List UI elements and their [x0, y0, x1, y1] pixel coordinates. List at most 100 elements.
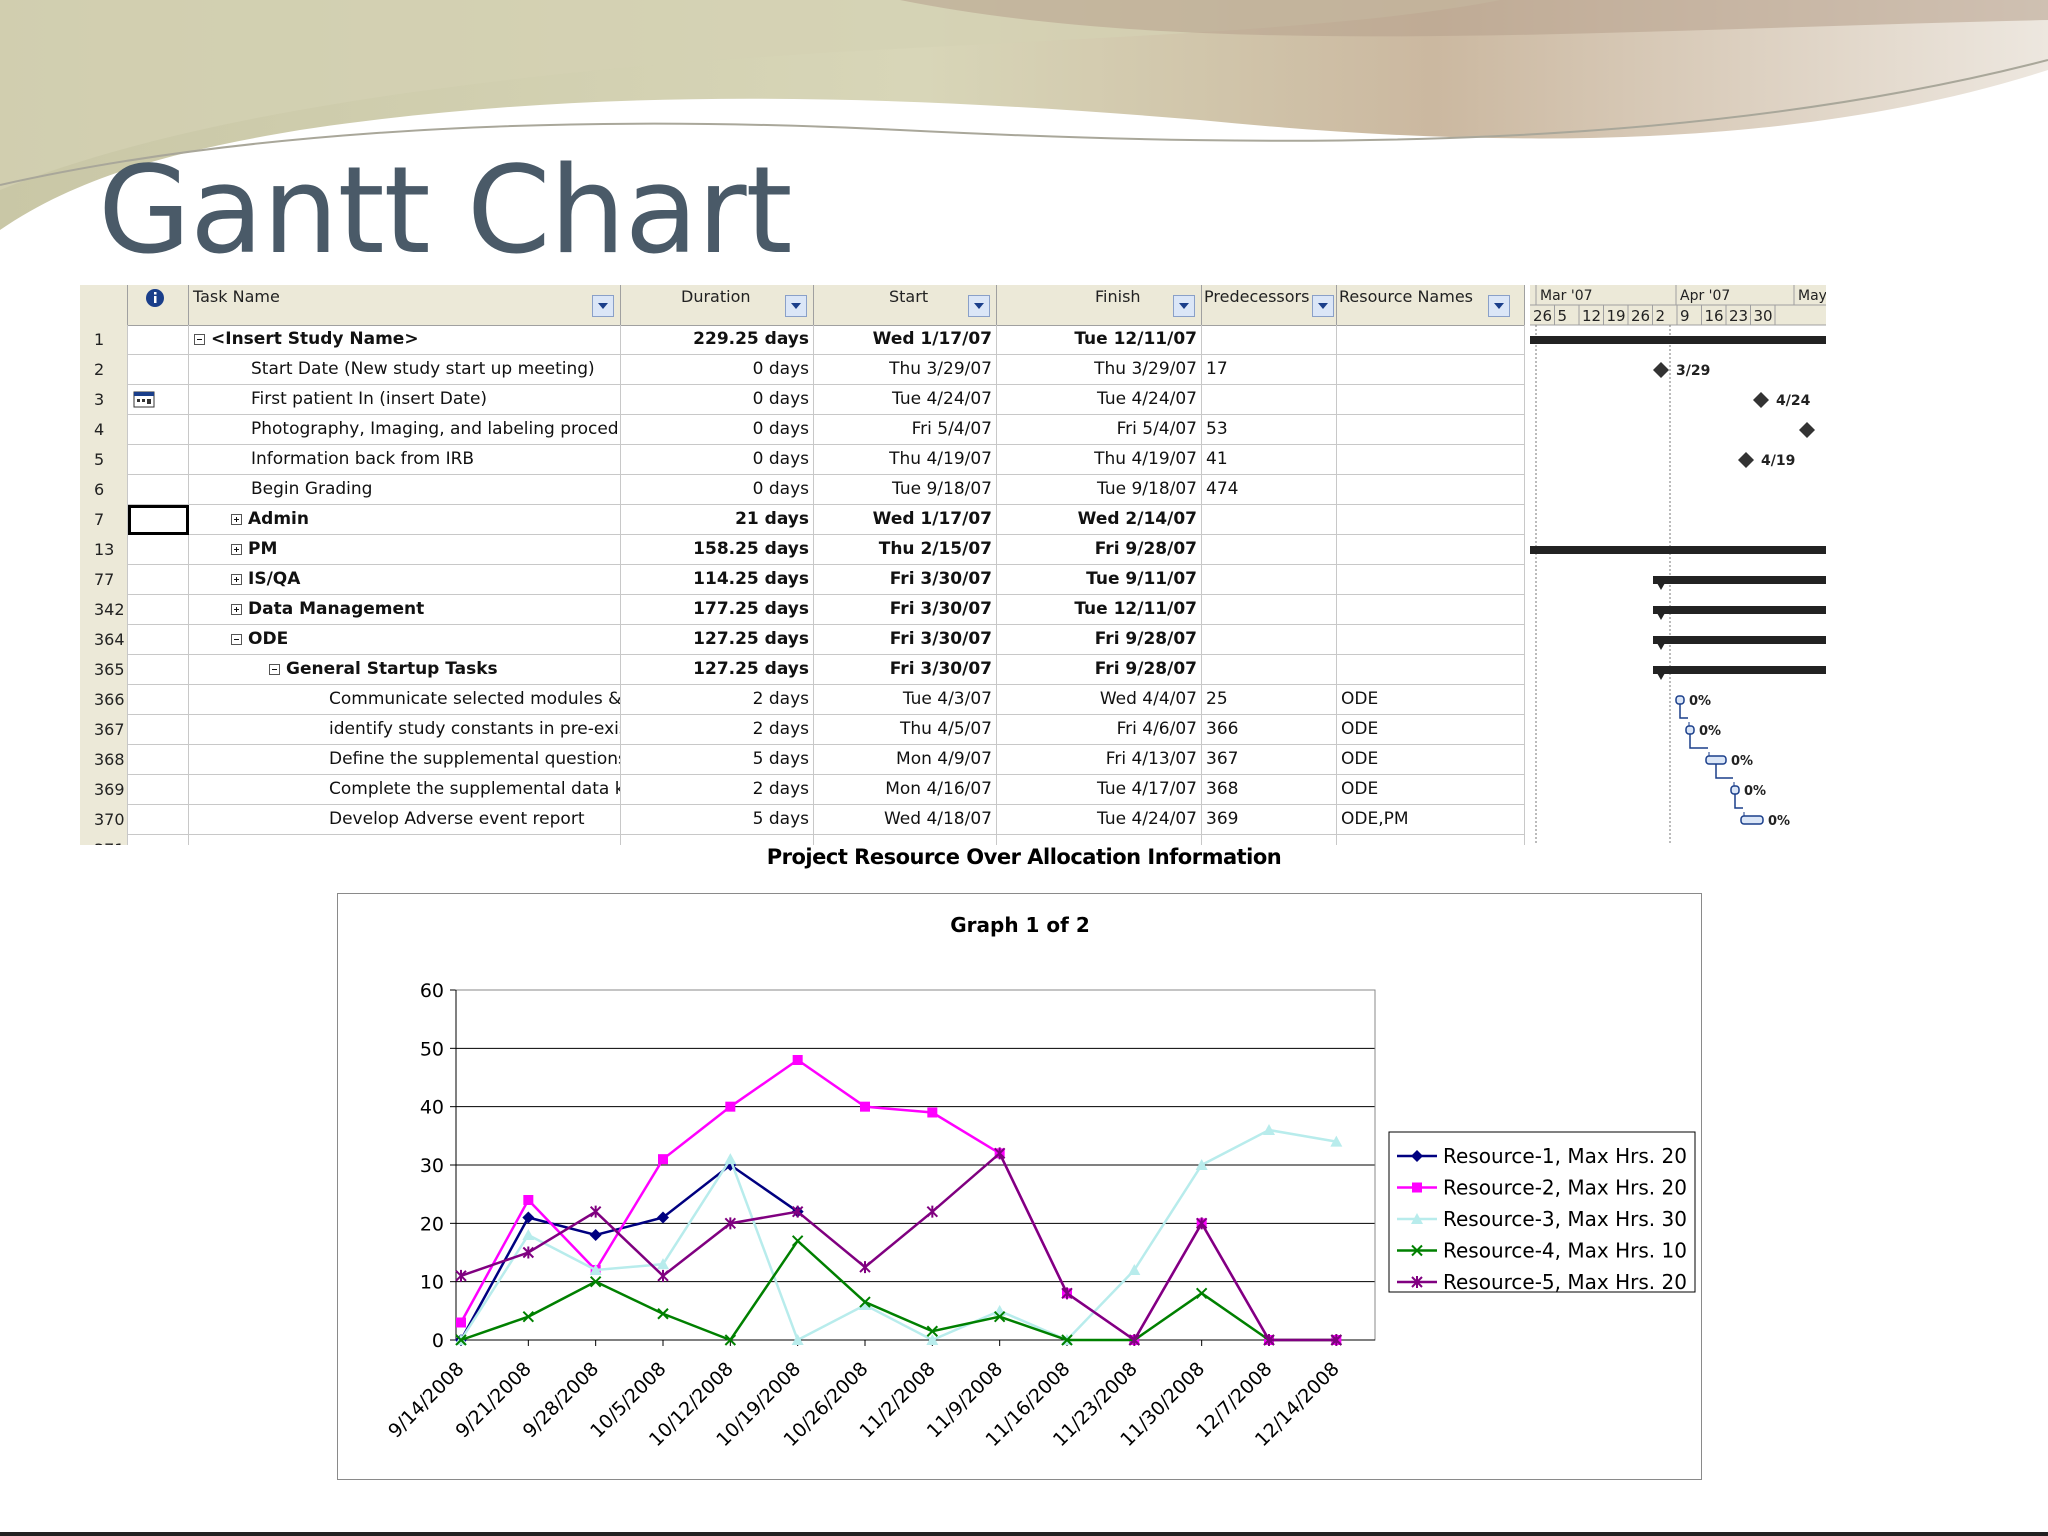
resource-names-cell[interactable]	[1337, 655, 1525, 685]
table-row[interactable]: 364 ODE 127.25 days Fri 3/30/07 Fri 9/28/07	[80, 625, 1525, 655]
finish-cell[interactable]: Tue 4/24/07	[997, 385, 1202, 415]
expand-toggle[interactable]	[231, 513, 242, 525]
duration-cell[interactable]: 0 days	[621, 415, 814, 445]
resource-names-cell[interactable]	[1337, 355, 1525, 385]
resource-names-cell[interactable]	[1337, 415, 1525, 445]
start-filter-dropdown[interactable]	[968, 295, 990, 317]
finish-cell[interactable]: Fri 9/28/07	[997, 535, 1202, 565]
finish-column-header[interactable]: Finish	[997, 285, 1202, 325]
indicator-cell[interactable]	[128, 595, 189, 625]
duration-cell[interactable]: 2 days	[621, 715, 814, 745]
duration-cell[interactable]	[621, 835, 814, 845]
start-cell[interactable]: Wed 1/17/07	[814, 505, 997, 535]
resource-names-cell[interactable]	[1337, 505, 1525, 535]
resource-names-filter-dropdown[interactable]	[1488, 295, 1510, 317]
table-row[interactable]: 365 General Startup Tasks 127.25 days Fri 3…	[80, 655, 1525, 685]
collapse-toggle[interactable]	[231, 633, 242, 645]
duration-cell[interactable]: 5 days	[621, 745, 814, 775]
row-id-cell[interactable]: 2	[80, 355, 128, 385]
row-id-cell[interactable]: 3	[80, 385, 128, 415]
start-cell[interactable]: Fri 3/30/07	[814, 655, 997, 685]
task-name-cell[interactable]: Start Date (New study start up meeting)	[189, 355, 621, 385]
predecessors-cell[interactable]: 369	[1202, 805, 1337, 835]
finish-filter-dropdown[interactable]	[1173, 295, 1195, 317]
row-id-cell[interactable]: 1	[80, 325, 128, 355]
start-cell[interactable]: Thu 4/5/07	[814, 715, 997, 745]
task-name-cell[interactable]: Data Management	[189, 595, 621, 625]
row-id-cell[interactable]: 13	[80, 535, 128, 565]
start-column-header[interactable]: Start	[814, 285, 997, 325]
task-name-cell[interactable]: Complete the supplemental data key (	[189, 775, 621, 805]
duration-cell[interactable]: 0 days	[621, 385, 814, 415]
predecessors-cell[interactable]	[1202, 625, 1337, 655]
row-id-cell[interactable]: 365	[80, 655, 128, 685]
table-row[interactable]: 2 Start Date (New study start up meeting)…	[80, 355, 1525, 385]
duration-cell[interactable]: 2 days	[621, 685, 814, 715]
row-id-cell[interactable]: 371	[80, 835, 128, 845]
duration-cell[interactable]: 114.25 days	[621, 565, 814, 595]
finish-cell[interactable]: Tue 4/24/07	[997, 805, 1202, 835]
predecessors-cell[interactable]: 368	[1202, 775, 1337, 805]
task-name-cell[interactable]: First patient In (insert Date)	[189, 385, 621, 415]
table-row[interactable]: 368 Define the supplemental questions wi 5…	[80, 745, 1525, 775]
finish-cell[interactable]: Thu 4/19/07	[997, 445, 1202, 475]
predecessors-cell[interactable]: 25	[1202, 685, 1337, 715]
indicator-cell[interactable]	[128, 535, 189, 565]
duration-cell[interactable]: 158.25 days	[621, 535, 814, 565]
table-row[interactable]: 13 PM 158.25 days Thu 2/15/07 Fri 9/28/07	[80, 535, 1525, 565]
finish-cell[interactable]: Tue 9/11/07	[997, 565, 1202, 595]
predecessors-cell[interactable]	[1202, 595, 1337, 625]
start-cell[interactable]: Mon 4/9/07	[814, 745, 997, 775]
resource-names-cell[interactable]	[1337, 625, 1525, 655]
resource-names-cell[interactable]	[1337, 325, 1525, 355]
task-name-cell[interactable]: Admin	[189, 505, 621, 535]
predecessors-cell[interactable]	[1202, 505, 1337, 535]
task-name-cell[interactable]: General Startup Tasks	[189, 655, 621, 685]
resource-names-cell[interactable]: ODE	[1337, 715, 1525, 745]
indicator-cell[interactable]	[128, 835, 189, 845]
start-cell[interactable]: Wed 1/17/07	[814, 325, 997, 355]
start-cell[interactable]: Fri 5/4/07	[814, 415, 997, 445]
info-column-header[interactable]	[128, 285, 189, 325]
task-name-cell[interactable]: Develop Adverse event report	[189, 805, 621, 835]
indicator-cell[interactable]	[128, 805, 189, 835]
row-id-cell[interactable]: 370	[80, 805, 128, 835]
finish-cell[interactable]: Fri 9/28/07	[997, 625, 1202, 655]
task-name-cell[interactable]: Communicate selected modules & ver:	[189, 685, 621, 715]
table-row[interactable]: 1 <Insert Study Name> 229.25 days Wed 1/17/…	[80, 325, 1525, 355]
resource-names-cell[interactable]	[1337, 835, 1525, 845]
resource-names-cell[interactable]	[1337, 535, 1525, 565]
start-cell[interactable]: Thu 2/15/07	[814, 535, 997, 565]
predecessors-cell[interactable]: 366	[1202, 715, 1337, 745]
predecessors-cell[interactable]: 474	[1202, 475, 1337, 505]
predecessors-filter-dropdown[interactable]	[1312, 295, 1334, 317]
table-row[interactable]: 3 First patient In (insert Date) 0 days Tue…	[80, 385, 1525, 415]
start-cell[interactable]: Fri 3/30/07	[814, 625, 997, 655]
start-cell[interactable]: Thu 3/29/07	[814, 355, 997, 385]
predecessors-cell[interactable]	[1202, 655, 1337, 685]
indicator-cell[interactable]	[128, 745, 189, 775]
row-id-cell[interactable]: 366	[80, 685, 128, 715]
duration-cell[interactable]: 127.25 days	[621, 655, 814, 685]
row-id-cell[interactable]: 77	[80, 565, 128, 595]
predecessors-cell[interactable]	[1202, 325, 1337, 355]
indicator-cell[interactable]	[128, 655, 189, 685]
finish-cell[interactable]: Fri 4/6/07	[997, 715, 1202, 745]
resource-names-cell[interactable]: ODE,PM	[1337, 805, 1525, 835]
table-row[interactable]: 342 Data Management 177.25 days Fri 3/30/07…	[80, 595, 1525, 625]
indicator-cell[interactable]	[128, 415, 189, 445]
duration-cell[interactable]: 21 days	[621, 505, 814, 535]
expand-toggle[interactable]	[231, 603, 242, 615]
finish-cell[interactable]: Thu 3/29/07	[997, 355, 1202, 385]
task-name-cell[interactable]: PM	[189, 535, 621, 565]
duration-cell[interactable]: 229.25 days	[621, 325, 814, 355]
row-id-cell[interactable]: 4	[80, 415, 128, 445]
predecessors-cell[interactable]: 17	[1202, 355, 1337, 385]
indicator-cell[interactable]	[128, 625, 189, 655]
task-name-cell[interactable]: ODE	[189, 625, 621, 655]
indicator-cell[interactable]	[128, 685, 189, 715]
table-row[interactable]: 77 IS/QA 114.25 days Fri 3/30/07 Tue 9/11/07	[80, 565, 1525, 595]
indicator-cell[interactable]	[128, 565, 189, 595]
finish-cell[interactable]: Fri 9/28/07	[997, 655, 1202, 685]
finish-cell[interactable]: Wed 2/14/07	[997, 505, 1202, 535]
